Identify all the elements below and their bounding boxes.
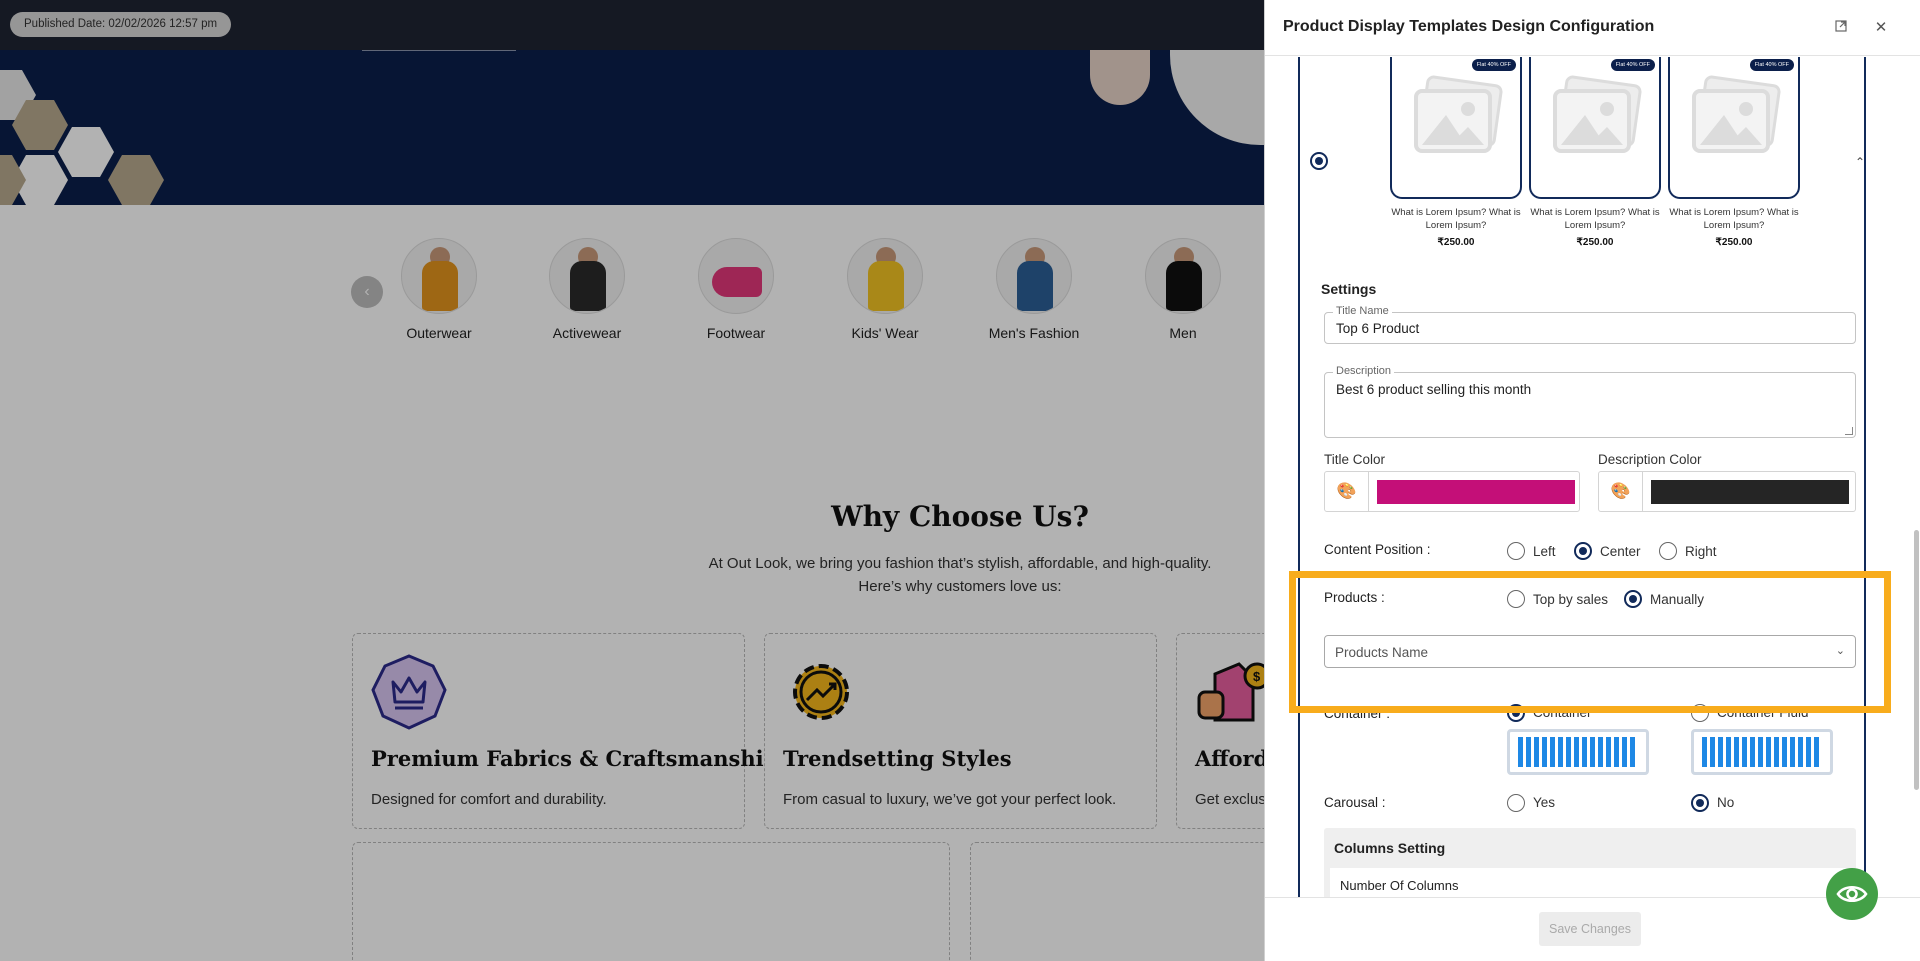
panel-title: Product Display Templates Design Configu…	[1283, 18, 1655, 35]
columns-setting-box: Columns Setting Number Of Columns	[1324, 828, 1856, 897]
website-preview: Published Date: 02/02/2026 12:57 pm ‹ Ou…	[0, 0, 1264, 961]
description-label: Description	[1333, 365, 1395, 377]
modal-backdrop[interactable]	[0, 0, 1264, 961]
config-panel: Product Display Templates Design Configu…	[1264, 0, 1920, 961]
container-preview[interactable]	[1507, 729, 1649, 775]
title-name-input[interactable]	[1336, 321, 1836, 336]
preview-product-card: Flat 40% OFF	[1668, 57, 1800, 199]
panel-scrollbar[interactable]	[1914, 530, 1919, 790]
panel-body: ⌃ Flat 40% OFF What is Lorem Ipsum? What…	[1265, 57, 1920, 897]
discount-badge: Flat 40% OFF	[1749, 59, 1794, 71]
number-of-columns-label: Number Of Columns	[1340, 878, 1459, 893]
expand-icon[interactable]	[1831, 18, 1851, 38]
title-color-picker: 🎨	[1324, 471, 1580, 512]
description-color-label: Description Color	[1598, 452, 1702, 467]
title-name-field[interactable]: Title Name	[1324, 305, 1856, 344]
products-highlight-box	[1289, 571, 1891, 713]
preview-product-card: Flat 40% OFF	[1390, 57, 1522, 199]
columns-setting-title: Columns Setting	[1334, 840, 1446, 856]
palette-icon[interactable]: 🎨	[1599, 472, 1643, 511]
content-position-right-radio[interactable]	[1659, 542, 1677, 560]
carousal-no-label: No	[1717, 795, 1735, 810]
preview-card-caption-line: What is Lorem Ipsum? What is	[1530, 207, 1660, 218]
preview-card-caption-line: Lorem Ipsum?	[1564, 220, 1626, 231]
preview-toggle-button[interactable]	[1826, 868, 1878, 920]
carousal-yes-radio[interactable]	[1507, 794, 1525, 812]
close-icon[interactable]: ✕	[1871, 18, 1891, 38]
preview-card-price: ₹250.00	[1437, 237, 1475, 248]
settings-heading: Settings	[1321, 281, 1377, 297]
preview-card-price: ₹250.00	[1715, 237, 1753, 248]
content-position-center-label: Center	[1600, 544, 1641, 559]
discount-badge: Flat 40% OFF	[1471, 59, 1516, 71]
carousal-no-radio[interactable]	[1691, 794, 1709, 812]
preview-card-caption-line: What is Lorem Ipsum? What is	[1391, 207, 1521, 218]
image-placeholder-icon	[1414, 75, 1503, 153]
description-textarea[interactable]: Best 6 product selling this month	[1336, 382, 1531, 397]
content-position-center-radio[interactable]	[1574, 542, 1592, 560]
number-of-columns-row: Number Of Columns	[1330, 868, 1850, 897]
preview-card-caption-line: What is Lorem Ipsum? What is	[1669, 207, 1799, 218]
carousal-yes-label: Yes	[1533, 795, 1556, 810]
title-color-swatch[interactable]	[1377, 480, 1575, 504]
discount-badge: Flat 40% OFF	[1610, 59, 1655, 71]
description-color-swatch[interactable]	[1651, 480, 1849, 504]
preview-card-caption-line: Lorem Ipsum?	[1703, 220, 1765, 231]
description-field[interactable]: Description Best 6 product selling this …	[1324, 365, 1856, 438]
template-select-radio[interactable]	[1310, 152, 1328, 170]
preview-card-caption-line: Lorem Ipsum?	[1425, 220, 1487, 231]
title-name-label: Title Name	[1333, 305, 1392, 317]
preview-product-card: Flat 40% OFF	[1529, 57, 1661, 199]
preview-card-caption: What is Lorem Ipsum? What is Lorem Ipsum…	[1529, 206, 1661, 232]
preview-card-price: ₹250.00	[1576, 237, 1614, 248]
content-position-right-label: Right	[1685, 544, 1717, 559]
description-color-picker: 🎨	[1598, 471, 1856, 512]
content-position-left-label: Left	[1533, 544, 1556, 559]
title-color-label: Title Color	[1324, 452, 1386, 467]
image-placeholder-icon	[1553, 75, 1642, 153]
eye-icon	[1836, 885, 1868, 903]
chevron-up-icon[interactable]: ⌃	[1855, 155, 1865, 169]
resize-handle[interactable]	[1845, 427, 1853, 435]
save-changes-button[interactable]: Save Changes	[1539, 912, 1641, 946]
panel-footer: Save Changes	[1265, 897, 1920, 961]
content-position-label: Content Position :	[1324, 542, 1431, 557]
content-position-left-radio[interactable]	[1507, 542, 1525, 560]
preview-card-caption: What is Lorem Ipsum? What is Lorem Ipsum…	[1390, 206, 1522, 232]
image-placeholder-icon	[1692, 75, 1781, 153]
palette-icon[interactable]: 🎨	[1325, 472, 1369, 511]
panel-header: Product Display Templates Design Configu…	[1265, 0, 1920, 56]
preview-card-caption: What is Lorem Ipsum? What is Lorem Ipsum…	[1668, 206, 1800, 232]
container-fluid-preview[interactable]	[1691, 729, 1833, 775]
carousal-label: Carousal :	[1324, 795, 1386, 810]
